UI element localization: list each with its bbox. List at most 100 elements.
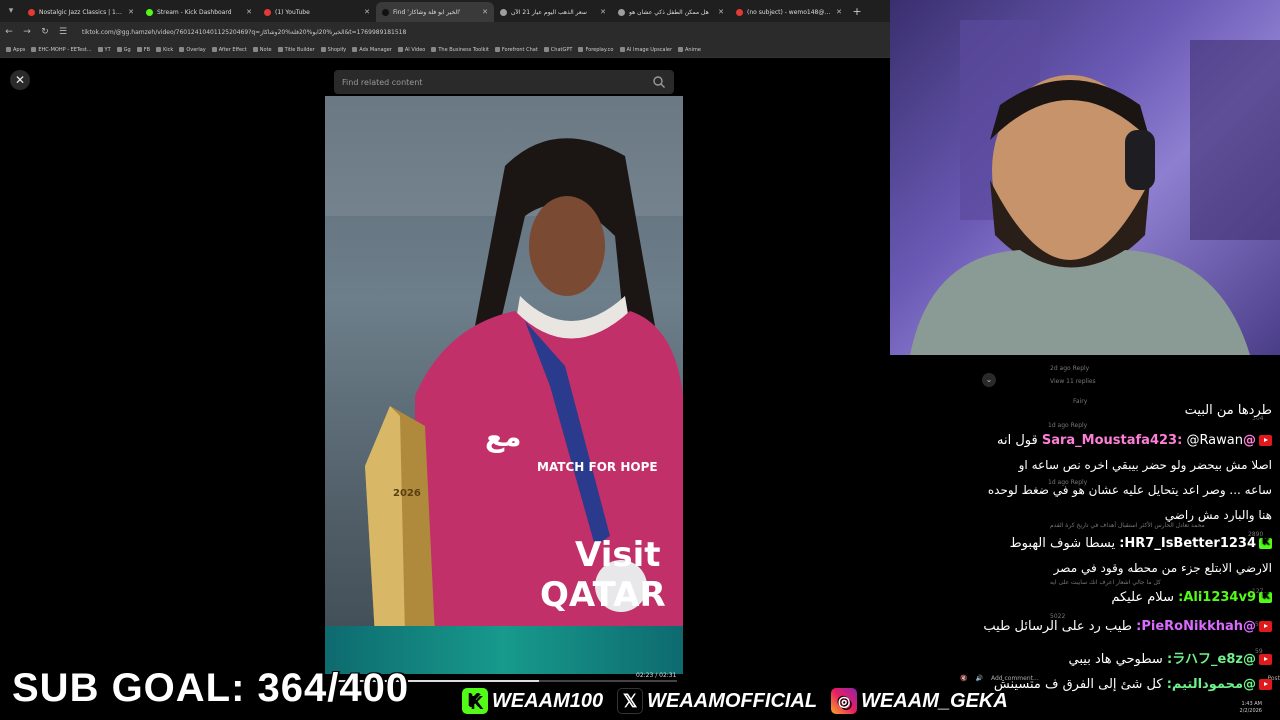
chat-message-text: طردها من البيت bbox=[1184, 403, 1272, 418]
bookmark-item[interactable]: YT bbox=[97, 46, 111, 53]
mute-icon[interactable]: 🔇 bbox=[960, 675, 967, 682]
bookmark-label: Foreplay.co bbox=[585, 46, 614, 53]
related-search-input[interactable]: Find related content bbox=[334, 70, 674, 94]
svg-text:MATCH FOR HOPE: MATCH FOR HOPE bbox=[537, 460, 658, 474]
bookmark-favicon-icon bbox=[277, 47, 283, 52]
tab-favicon-icon bbox=[264, 8, 271, 16]
bookmark-favicon-icon bbox=[619, 47, 625, 52]
tab-close-icon[interactable]: ✕ bbox=[246, 8, 252, 16]
bookmark-favicon-icon bbox=[543, 47, 549, 52]
bookmark-label: Title Builder bbox=[284, 46, 315, 53]
bookmark-favicon-icon bbox=[156, 47, 162, 52]
stream-screen: ▾ Nostalgic Jazz Classics | 1930's ✕ Str… bbox=[0, 0, 1280, 720]
tab-title: Find 'الخير ابو فلة وشاكاز' bbox=[393, 8, 461, 16]
bookmark-label: Gg bbox=[123, 46, 131, 53]
bookmark-item[interactable]: Forefront Chat bbox=[494, 46, 538, 53]
reload-icon[interactable]: ↻ bbox=[36, 27, 54, 37]
tab-2[interactable]: (1) YouTube ✕ bbox=[258, 2, 376, 22]
bookmark-item[interactable]: Title Builder bbox=[277, 46, 315, 53]
browser-window: ▾ Nostalgic Jazz Classics | 1930's ✕ Str… bbox=[0, 0, 890, 720]
new-tab-plus-icon[interactable]: + bbox=[848, 2, 866, 22]
bookmark-label: ChatGPT bbox=[550, 46, 573, 53]
bookmark-favicon-icon bbox=[136, 47, 142, 52]
chevron-down-icon[interactable]: ⌄ bbox=[982, 373, 996, 387]
bookmark-item[interactable]: After Effect bbox=[211, 47, 247, 53]
comment-meta: 2d ago Reply bbox=[1050, 365, 1090, 372]
chat-message-continuation: هنا والبارد مش راضي bbox=[1164, 508, 1272, 522]
bookmark-item[interactable]: Apps bbox=[6, 47, 25, 53]
comment-meta: 1d ago Reply bbox=[1048, 422, 1088, 429]
bookmark-label: The Business Toolkit bbox=[438, 46, 489, 53]
tab-close-icon[interactable]: ✕ bbox=[128, 8, 134, 16]
taskbar-clock[interactable]: 1:43 AM 2/2/2026 bbox=[1240, 701, 1262, 715]
tab-favicon-icon bbox=[28, 8, 35, 16]
bookmark-favicon-icon bbox=[116, 47, 122, 52]
video-player[interactable]: مع MATCH FOR HOPE Visit QATAR 2026 bbox=[325, 96, 683, 674]
kick-handle: WEAAM100 bbox=[492, 689, 604, 712]
bookmark-favicon-icon bbox=[678, 47, 684, 52]
bookmark-item[interactable]: Kick bbox=[156, 47, 173, 53]
forward-arrow-icon[interactable]: → bbox=[18, 27, 36, 37]
bookmark-label: Overlay bbox=[186, 46, 206, 53]
bookmark-item[interactable]: Shopify bbox=[320, 47, 346, 53]
address-bar: ← → ↻ ☰ tiktok.com/@gg.hamzeh/video/7601… bbox=[0, 22, 890, 42]
chat-username: @ラハフ_e8z: bbox=[1166, 652, 1256, 667]
close-icon[interactable]: ✕ bbox=[10, 70, 30, 90]
bookmark-item[interactable]: Anime bbox=[678, 47, 701, 53]
bookmark-label: Forefront Chat bbox=[501, 46, 538, 53]
tab-0[interactable]: Nostalgic Jazz Classics | 1930's ✕ bbox=[22, 2, 140, 22]
tiktok-viewer: ✕ Find related content مع MATCH FOR HOPE… bbox=[0, 58, 890, 720]
bookmark-item[interactable]: Gg bbox=[116, 46, 131, 53]
chat-message-continuation: اصلا مش بيحضر ولو حضر بيبقي اخره نص ساعه… bbox=[1018, 458, 1272, 472]
comment-text: كل ما جالي اشعار اعرف انك سايبت على ايه bbox=[1050, 579, 1161, 586]
site-info-icon[interactable]: ☰ bbox=[54, 27, 72, 37]
instagram-logo-icon: ◎ bbox=[831, 688, 858, 714]
tab-close-icon[interactable]: ✕ bbox=[718, 8, 724, 16]
back-arrow-icon[interactable]: ← bbox=[0, 27, 18, 37]
svg-text:2026: 2026 bbox=[393, 488, 421, 499]
streamer-webcam-image bbox=[910, 20, 1280, 355]
tab-close-icon[interactable]: ✕ bbox=[836, 8, 842, 16]
bookmark-item[interactable]: EHC-MOHP - EETest... bbox=[31, 47, 92, 53]
bookmark-item[interactable]: Overlay bbox=[179, 46, 206, 53]
tab-4[interactable]: سعر الذهب اليوم عيار 21 الآن ✕ bbox=[494, 2, 612, 22]
bookmark-item[interactable]: Note bbox=[252, 46, 272, 53]
video-timecode: 02:23 / 02:31 bbox=[636, 672, 677, 679]
chat-message: @محمودالتيم: كل شئ إلى الفرق ف متسينش bbox=[994, 677, 1272, 692]
bookmark-favicon-icon bbox=[431, 47, 437, 52]
bookmark-label: AI Image Upscaler bbox=[626, 46, 673, 53]
bookmark-item[interactable]: The Business Toolkit bbox=[431, 46, 489, 53]
chat-message: @ラハフ_e8z: سطوحي هاد بيبي bbox=[1069, 648, 1272, 667]
tab-favicon-icon bbox=[146, 8, 153, 16]
tab-search-icon[interactable]: ▾ bbox=[0, 0, 22, 22]
bookmark-item[interactable]: Foreplay.co bbox=[578, 46, 614, 53]
volume-icon[interactable]: 🔊 bbox=[975, 675, 982, 682]
bookmark-favicon-icon bbox=[352, 47, 358, 52]
view-replies-link[interactable]: View 11 replies bbox=[1050, 378, 1096, 385]
youtube-icon bbox=[1259, 679, 1272, 690]
url-field[interactable]: tiktok.com/@gg.hamzeh/video/760124104011… bbox=[82, 29, 406, 36]
tab-close-icon[interactable]: ✕ bbox=[482, 8, 488, 16]
bookmark-favicon-icon bbox=[252, 47, 258, 52]
bookmark-label: YT bbox=[104, 46, 111, 53]
bookmark-item[interactable]: AI Video bbox=[397, 47, 425, 53]
tab-close-icon[interactable]: ✕ bbox=[600, 8, 606, 16]
chat-message: HR7_IsBetter1234: يسطا شوف الهبوط bbox=[1010, 536, 1272, 551]
tab-favicon-icon bbox=[500, 8, 507, 16]
search-icon[interactable] bbox=[652, 75, 666, 89]
clock-date: 2/2/2026 bbox=[1239, 708, 1262, 714]
bookmark-favicon-icon bbox=[211, 47, 217, 52]
bookmark-item[interactable]: Ads Manager bbox=[352, 47, 392, 53]
bookmark-label: Kick bbox=[163, 46, 174, 53]
tab-3[interactable]: Find 'الخير ابو فلة وشاكاز' ✕ bbox=[376, 2, 494, 22]
comment-text: محمد تعادل الحارس الأكثر استقبال أهداف ف… bbox=[1050, 522, 1205, 529]
bookmarks-bar: Apps EHC-MOHP - EETest... YT Gg FB Kick Overla… bbox=[0, 42, 890, 58]
tab-1[interactable]: Stream - Kick Dashboard ✕ bbox=[140, 2, 258, 22]
tab-6[interactable]: (no subject) - wemo148@gmail ✕ bbox=[730, 2, 848, 22]
bookmark-item[interactable]: AI Image Upscaler bbox=[619, 46, 673, 53]
bookmark-item[interactable]: ChatGPT bbox=[543, 46, 573, 53]
tab-5[interactable]: هل ممكن الطفل ذكي عشان هو ✕ bbox=[612, 2, 730, 22]
tab-close-icon[interactable]: ✕ bbox=[364, 8, 370, 16]
bookmark-item[interactable]: FB bbox=[136, 47, 150, 53]
bookmark-label: Note bbox=[259, 46, 272, 53]
